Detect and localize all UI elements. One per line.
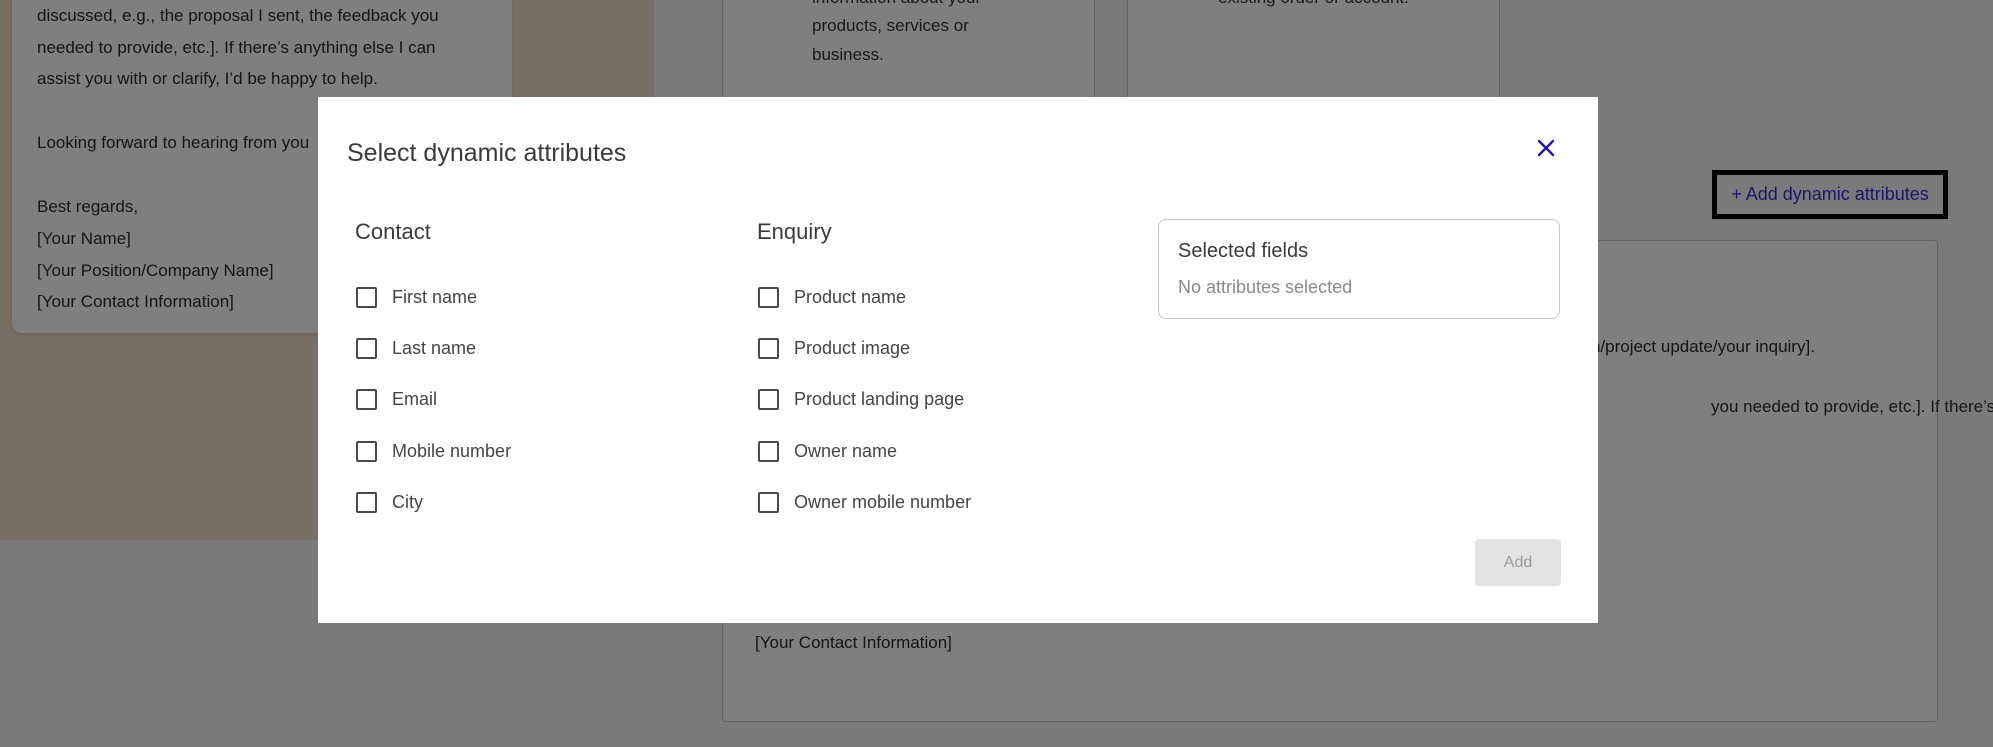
option-label: Last name	[392, 337, 477, 358]
checkbox[interactable]	[758, 286, 779, 308]
enquiry-column-title: Enquiry	[757, 219, 832, 244]
option-label: Product landing page	[794, 388, 965, 409]
selected-fields-empty-text: No attributes selected	[1178, 277, 1353, 297]
option-label: Owner mobile number	[794, 491, 972, 512]
checkbox[interactable]	[758, 388, 779, 410]
option-label: Owner name	[794, 440, 898, 461]
checkbox[interactable]	[356, 491, 377, 513]
checkbox[interactable]	[758, 440, 779, 462]
option-first-name[interactable]: First name	[356, 283, 477, 311]
option-mobile-number[interactable]: Mobile number	[356, 437, 511, 465]
option-product-landing-page[interactable]: Product landing page	[758, 385, 964, 413]
option-label: Email	[392, 388, 438, 409]
contact-column-title: Contact	[355, 219, 431, 244]
checkbox[interactable]	[356, 337, 377, 359]
option-email[interactable]: Email	[356, 385, 437, 413]
option-owner-name[interactable]: Owner name	[758, 437, 897, 465]
checkbox[interactable]	[758, 337, 779, 359]
selected-fields-title: Selected fields	[1178, 240, 1309, 262]
close-icon[interactable]	[1531, 133, 1561, 163]
modal-title: Select dynamic attributes	[347, 139, 627, 167]
option-last-name[interactable]: Last name	[356, 334, 476, 362]
checkbox[interactable]	[758, 491, 779, 513]
select-dynamic-attributes-modal: Select dynamic attributes Contact First …	[318, 97, 1598, 623]
option-product-name[interactable]: Product name	[758, 283, 906, 311]
option-label: Mobile number	[392, 440, 512, 461]
option-label: First name	[392, 286, 478, 307]
option-label: Product name	[794, 286, 907, 307]
option-label: City	[392, 491, 423, 512]
option-owner-mobile-number[interactable]: Owner mobile number	[758, 488, 971, 516]
option-label: Product image	[794, 337, 911, 358]
checkbox[interactable]	[356, 440, 377, 462]
option-city[interactable]: City	[356, 488, 423, 516]
checkbox[interactable]	[356, 388, 377, 410]
selected-fields-panel: Selected fields No attributes selected	[1158, 219, 1560, 319]
checkbox[interactable]	[356, 286, 377, 308]
option-product-image[interactable]: Product image	[758, 334, 910, 362]
add-button[interactable]: Add	[1475, 539, 1561, 586]
